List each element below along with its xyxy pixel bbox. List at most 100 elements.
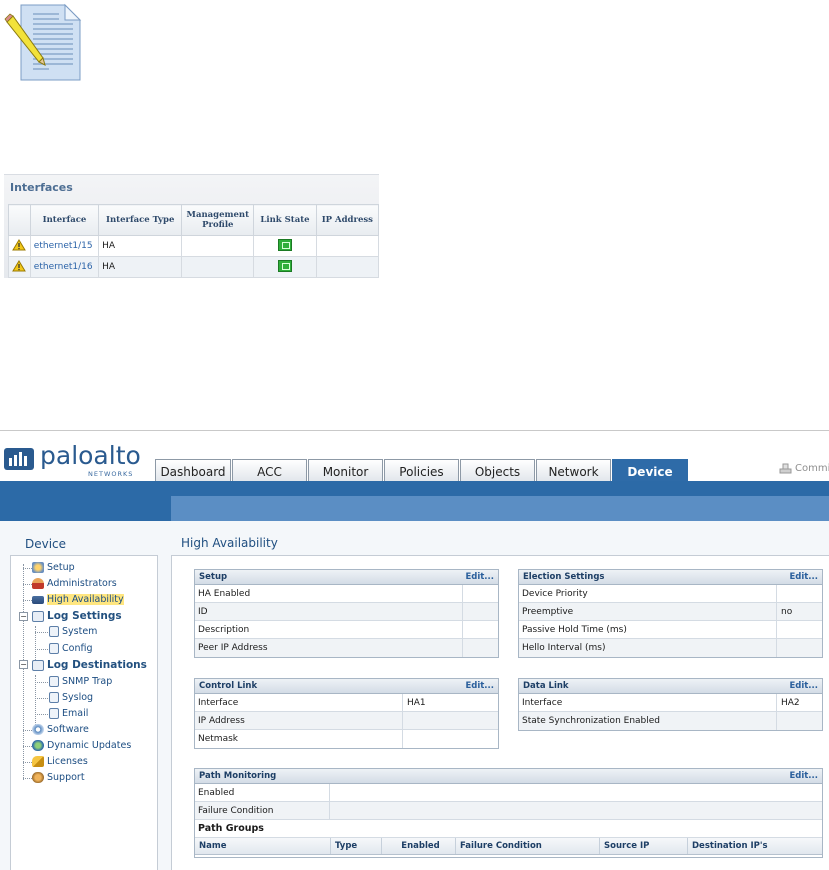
field-value <box>463 621 467 638</box>
commit-icon <box>779 463 792 474</box>
management-profile <box>181 256 255 278</box>
main-tabs: Dashboard ACC Monitor Policies Objects N… <box>155 459 689 483</box>
sidebar-title: Device <box>25 537 67 551</box>
sidebar-item-dynamic-updates[interactable]: Dynamic Updates <box>32 740 131 751</box>
sidebar-item-licenses[interactable]: Licenses <box>32 756 88 767</box>
col-destination-ips[interactable]: Destination IP's <box>688 838 822 854</box>
field-value: no <box>781 606 793 617</box>
col-name[interactable]: Name <box>195 838 331 854</box>
document-icon <box>49 626 59 637</box>
field-value <box>403 730 407 748</box>
col-enabled[interactable]: Enabled <box>382 838 456 854</box>
sidebar-item-email[interactable]: Email <box>49 708 88 719</box>
col-interface[interactable]: Interface <box>29 204 100 236</box>
commit-button[interactable]: Commit <box>779 462 829 474</box>
log-settings-icon <box>32 610 44 622</box>
sidebar-item-syslog[interactable]: Syslog <box>49 692 93 703</box>
data-link-box: Data Link Edit... Interface HA2 State Sync… <box>518 678 823 731</box>
field-label: Enabled <box>195 784 330 801</box>
setup-icon <box>32 562 44 573</box>
collapse-icon[interactable]: − <box>19 612 28 621</box>
data-link-title: Data Link <box>523 681 569 691</box>
col-type[interactable]: Type <box>331 838 382 854</box>
brand-name: paloalto <box>40 441 141 470</box>
election-settings-box: Election Settings Edit... Device Priority… <box>518 569 823 658</box>
field-label: Device Priority <box>519 585 777 602</box>
field-label: IP Address <box>195 712 403 729</box>
field-value <box>463 585 467 602</box>
tab-network[interactable]: Network <box>536 459 611 483</box>
tab-dashboard[interactable]: Dashboard <box>155 459 231 483</box>
control-link-edit-link[interactable]: Edit... <box>465 681 494 691</box>
col-ip-address[interactable]: IP Address <box>315 204 380 236</box>
field-value <box>330 784 334 801</box>
tab-acc[interactable]: ACC <box>232 459 307 483</box>
tab-policies[interactable]: Policies <box>384 459 459 483</box>
paloalto-logo-icon <box>4 448 34 470</box>
col-interface-type[interactable]: Interface Type <box>98 204 183 236</box>
field-label: Passive Hold Time (ms) <box>519 621 777 638</box>
field-value <box>463 639 467 657</box>
tab-device[interactable]: Device <box>612 459 688 483</box>
ip-address <box>315 235 380 257</box>
document-icon <box>49 643 59 654</box>
field-label: HA Enabled <box>195 585 463 602</box>
management-profile <box>181 235 255 257</box>
field-label: Hello Interval (ms) <box>519 639 777 657</box>
col-failure-condition[interactable]: Failure Condition <box>456 838 600 854</box>
setup-title: Setup <box>199 572 228 582</box>
field-label: Interface <box>519 694 777 711</box>
tab-monitor[interactable]: Monitor <box>308 459 383 483</box>
interface-type: HA <box>98 256 183 278</box>
field-label: ID <box>195 603 463 620</box>
election-edit-link[interactable]: Edit... <box>789 572 818 582</box>
control-link-box: Control Link Edit... Interface HA1 IP Addr… <box>194 678 499 749</box>
field-value <box>403 712 407 729</box>
sidebar-item-software[interactable]: Software <box>32 724 89 735</box>
sidebar-item-setup[interactable]: Setup <box>32 562 75 573</box>
interface-link[interactable]: ethernet1/16 <box>34 262 93 272</box>
field-value: HA2 <box>781 697 800 708</box>
col-source-ip[interactable]: Source IP <box>600 838 688 854</box>
sidebar-item-log-destinations[interactable]: Log Destinations <box>32 659 147 671</box>
interface-type: HA <box>98 235 183 257</box>
col-link-state[interactable]: Link State <box>253 204 317 236</box>
note-icon <box>4 3 82 81</box>
interfaces-table: Interface Interface Type Management Prof… <box>8 204 380 278</box>
field-value <box>777 712 781 730</box>
table-row[interactable]: ethernet1/16 HA <box>8 256 380 278</box>
field-value <box>463 603 467 620</box>
data-link-edit-link[interactable]: Edit... <box>789 681 818 691</box>
field-label: Interface <box>195 694 403 711</box>
ip-address <box>315 256 380 278</box>
col-management-profile[interactable]: Management Profile <box>181 204 255 236</box>
high-availability-icon <box>32 595 44 604</box>
collapse-icon[interactable]: − <box>19 660 28 669</box>
content-header-strip <box>171 496 829 521</box>
document-icon <box>49 708 59 719</box>
field-label: State Synchronization Enabled <box>519 712 777 730</box>
field-value <box>777 585 781 602</box>
path-monitoring-edit-link[interactable]: Edit... <box>789 771 818 781</box>
table-row[interactable]: ethernet1/15 HA <box>8 235 380 257</box>
field-value: HA1 <box>407 697 426 708</box>
path-groups-label: Path Groups <box>195 820 822 838</box>
sidebar-item-support[interactable]: Support <box>32 772 85 783</box>
page-title: High Availability <box>181 536 278 550</box>
setup-edit-link[interactable]: Edit... <box>465 572 494 582</box>
field-value <box>777 621 781 638</box>
sidebar-item-log-settings[interactable]: Log Settings <box>32 610 122 622</box>
sidebar-item-config[interactable]: Config <box>49 643 92 654</box>
sidebar-item-administrators[interactable]: Administrators <box>32 578 117 589</box>
sidebar-item-system[interactable]: System <box>49 626 97 637</box>
brand-sub: NETWORKS <box>88 470 134 478</box>
sidebar-item-snmp-trap[interactable]: SNMP Trap <box>49 676 112 687</box>
link-up-icon <box>277 259 292 272</box>
tab-objects[interactable]: Objects <box>460 459 535 483</box>
election-title: Election Settings <box>523 572 605 582</box>
dynamic-updates-icon <box>32 740 44 751</box>
sidebar-item-high-availability[interactable]: High Availability <box>32 594 124 605</box>
col-status <box>8 204 31 236</box>
interface-link[interactable]: ethernet1/15 <box>34 241 93 251</box>
commit-label: Commit <box>795 462 829 474</box>
